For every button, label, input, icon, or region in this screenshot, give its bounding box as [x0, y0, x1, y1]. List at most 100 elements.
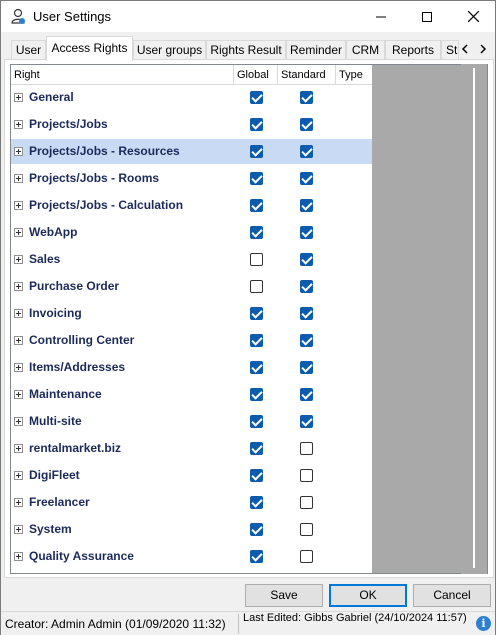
- table-row[interactable]: Projects/Jobs - Calculation: [11, 193, 372, 218]
- info-icon[interactable]: i: [476, 616, 491, 631]
- global-checkbox[interactable]: [250, 496, 263, 509]
- standard-checkbox[interactable]: [300, 307, 313, 320]
- expand-plus-icon[interactable]: [14, 444, 23, 453]
- table-row[interactable]: Freelancer: [11, 490, 372, 515]
- expand-plus-icon[interactable]: [14, 552, 23, 561]
- table-row[interactable]: Projects/Jobs: [11, 112, 372, 137]
- table-row[interactable]: DigiFleet: [11, 463, 372, 488]
- standard-checkbox[interactable]: [300, 145, 313, 158]
- expand-plus-icon[interactable]: [14, 363, 23, 372]
- standard-checkbox[interactable]: [300, 415, 313, 428]
- expand-plus-icon[interactable]: [14, 525, 23, 534]
- expand-plus-icon[interactable]: [14, 417, 23, 426]
- expand-plus-icon[interactable]: [14, 120, 23, 129]
- global-checkbox[interactable]: [250, 442, 263, 455]
- expand-plus-icon[interactable]: [14, 309, 23, 318]
- table-row[interactable]: Controlling Center: [11, 328, 372, 353]
- cancel-button[interactable]: Cancel: [413, 584, 491, 607]
- expand-plus-icon[interactable]: [14, 201, 23, 210]
- standard-checkbox[interactable]: [300, 91, 313, 104]
- tab-reports[interactable]: Reports: [385, 40, 441, 60]
- vertical-scrollbar[interactable]: [461, 64, 487, 574]
- standard-checkbox[interactable]: [300, 280, 313, 293]
- table-row[interactable]: Invoicing: [11, 301, 372, 326]
- ok-button[interactable]: OK: [329, 584, 407, 607]
- standard-checkbox[interactable]: [300, 523, 313, 536]
- expand-plus-icon[interactable]: [14, 93, 23, 102]
- tab-crm[interactable]: CRM: [346, 40, 385, 60]
- expand-plus-icon[interactable]: [14, 228, 23, 237]
- global-checkbox[interactable]: [250, 523, 263, 536]
- expand-plus-icon[interactable]: [14, 255, 23, 264]
- global-checkbox[interactable]: [250, 226, 263, 239]
- tab-scroll-right-button[interactable]: [475, 40, 491, 58]
- minimize-button[interactable]: [358, 1, 404, 32]
- table-row[interactable]: System: [11, 517, 372, 542]
- tab-user-groups[interactable]: User groups: [133, 40, 206, 60]
- column-header-standard[interactable]: Standard: [278, 65, 336, 85]
- global-checkbox[interactable]: [250, 361, 263, 374]
- table-row[interactable]: Quality Assurance: [11, 544, 372, 569]
- save-button[interactable]: Save: [245, 584, 323, 607]
- global-checkbox[interactable]: [250, 145, 263, 158]
- global-checkbox[interactable]: [250, 469, 263, 482]
- global-checkbox[interactable]: [250, 253, 263, 266]
- standard-checkbox[interactable]: [300, 334, 313, 347]
- standard-checkbox[interactable]: [300, 172, 313, 185]
- tab-reminder[interactable]: Reminder: [286, 40, 346, 60]
- table-row[interactable]: WebApp: [11, 220, 372, 245]
- global-checkbox[interactable]: [250, 388, 263, 401]
- table-row[interactable]: Purchase Order: [11, 274, 372, 299]
- global-checkbox[interactable]: [250, 199, 263, 212]
- global-checkbox[interactable]: [250, 415, 263, 428]
- expand-plus-icon[interactable]: [14, 498, 23, 507]
- access-rights-grid[interactable]: Right Global Standard Type General Projec…: [10, 64, 488, 574]
- standard-checkbox[interactable]: [300, 496, 313, 509]
- global-checkbox[interactable]: [250, 334, 263, 347]
- standard-checkbox[interactable]: [300, 226, 313, 239]
- standard-checkbox[interactable]: [300, 442, 313, 455]
- standard-checkbox[interactable]: [300, 469, 313, 482]
- close-button[interactable]: [450, 1, 496, 32]
- table-row[interactable]: Projects/Jobs - Rooms: [11, 166, 372, 191]
- user-settings-app-icon: [11, 8, 25, 24]
- last-edited-info: Last Edited: Gibbs Gabriel (24/10/2024 1…: [243, 612, 467, 624]
- standard-checkbox[interactable]: [300, 253, 313, 266]
- expand-plus-icon[interactable]: [14, 174, 23, 183]
- table-row[interactable]: Maintenance: [11, 382, 372, 407]
- standard-checkbox[interactable]: [300, 388, 313, 401]
- column-header-type[interactable]: Type: [336, 65, 372, 85]
- right-name: WebApp: [29, 225, 78, 239]
- expand-plus-icon[interactable]: [14, 282, 23, 291]
- global-checkbox[interactable]: [250, 172, 263, 185]
- expand-plus-icon[interactable]: [14, 147, 23, 156]
- global-checkbox[interactable]: [250, 280, 263, 293]
- tab-scroll-left-button[interactable]: [457, 40, 473, 58]
- maximize-button[interactable]: [404, 1, 450, 32]
- expand-plus-icon[interactable]: [14, 336, 23, 345]
- table-row[interactable]: General: [11, 85, 372, 110]
- column-header-global[interactable]: Global: [234, 65, 278, 85]
- global-checkbox[interactable]: [250, 118, 263, 131]
- right-name: Freelancer: [29, 495, 90, 509]
- expand-plus-icon[interactable]: [14, 390, 23, 399]
- table-row[interactable]: Items/Addresses: [11, 355, 372, 380]
- global-checkbox[interactable]: [250, 307, 263, 320]
- table-row[interactable]: rentalmarket.biz: [11, 436, 372, 461]
- expand-plus-icon[interactable]: [14, 471, 23, 480]
- tab-rights-result[interactable]: Rights Result: [206, 40, 286, 60]
- global-checkbox[interactable]: [250, 91, 263, 104]
- tab-user[interactable]: User: [11, 40, 46, 60]
- global-checkbox[interactable]: [250, 550, 263, 563]
- tab-access-rights[interactable]: Access Rights: [46, 36, 133, 61]
- scrollbar-track[interactable]: [473, 68, 475, 568]
- table-row[interactable]: Sales: [11, 247, 372, 272]
- title-bar[interactable]: User Settings: [1, 1, 495, 32]
- standard-checkbox[interactable]: [300, 550, 313, 563]
- table-row[interactable]: Multi-site: [11, 409, 372, 434]
- standard-checkbox[interactable]: [300, 199, 313, 212]
- column-header-right[interactable]: Right: [11, 65, 234, 85]
- table-row[interactable]: Projects/Jobs - Resources: [11, 139, 372, 164]
- standard-checkbox[interactable]: [300, 118, 313, 131]
- standard-checkbox[interactable]: [300, 361, 313, 374]
